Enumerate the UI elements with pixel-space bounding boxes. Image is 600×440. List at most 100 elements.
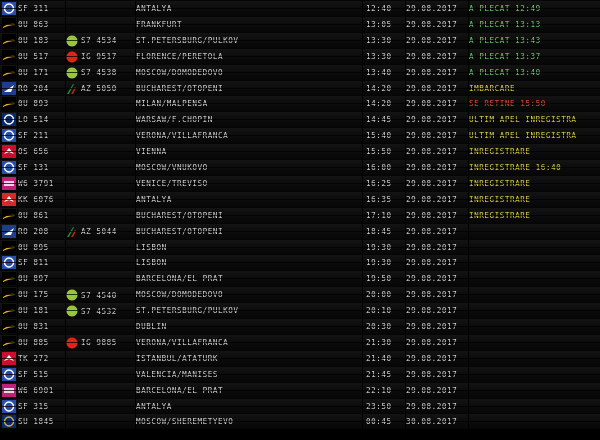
codeshare-flight	[66, 144, 136, 159]
flight-row: 0U 831 DUBLIN 20:30 29.08.2017	[0, 318, 600, 334]
column-divider	[362, 239, 363, 255]
column-divider	[468, 414, 469, 430]
column-divider	[17, 239, 18, 255]
airline-logo	[2, 272, 16, 286]
column-divider	[362, 287, 363, 303]
flight-code: SU 1845	[18, 417, 54, 427]
0u-airline-logo-icon	[2, 208, 16, 222]
departure-date: 29.08.2017	[406, 99, 458, 109]
column-divider	[468, 287, 469, 303]
flight-row: SF 211 VERONA/VILLAFRANCA 15:40 29.08.2017 U…	[0, 127, 600, 144]
departure-date: 29.08.2017	[406, 401, 458, 411]
column-divider	[405, 271, 406, 287]
column-divider	[65, 303, 66, 319]
column-divider	[362, 144, 363, 160]
flight-status	[469, 367, 600, 382]
column-divider	[405, 239, 406, 255]
departure-time: 14:20	[366, 99, 392, 109]
codeshare-flight	[66, 96, 136, 111]
column-divider	[362, 1, 363, 16]
flight-row: SF 315 ANTALYA 23:50 29.08.2017	[0, 397, 600, 414]
column-divider	[362, 112, 363, 128]
column-divider	[17, 319, 18, 334]
column-divider	[468, 112, 469, 128]
codeshare-flight: S7 4534	[66, 33, 136, 48]
column-divider	[65, 287, 66, 303]
destination: ANTALYA	[136, 401, 172, 411]
destination: DUBLIN	[136, 322, 167, 331]
column-divider	[468, 128, 469, 144]
flight-status	[469, 224, 600, 239]
column-divider	[17, 334, 18, 350]
flight-status: A PLECAT 13:43	[469, 35, 541, 45]
airline-logo	[2, 399, 16, 414]
airline-logo	[2, 17, 16, 32]
column-divider	[135, 319, 136, 334]
column-divider	[362, 207, 363, 223]
column-divider	[362, 382, 363, 398]
column-divider	[362, 255, 363, 271]
su-airline-logo-icon	[2, 415, 16, 429]
column-divider	[65, 207, 66, 223]
destination: ST.PETERSBURG/PULKOV	[136, 306, 239, 316]
flight-status	[469, 335, 600, 350]
column-divider	[468, 303, 469, 319]
flight-status	[469, 240, 600, 255]
departure-date: 29.08.2017	[406, 163, 458, 172]
destination: WARSAW/F.CHOPIN	[136, 115, 213, 125]
column-divider	[362, 48, 363, 64]
departure-time: 00:45	[366, 417, 392, 427]
flight-code: SF 315	[18, 401, 49, 411]
column-divider	[405, 382, 406, 398]
column-divider	[17, 175, 18, 191]
column-divider	[17, 207, 18, 223]
destination: ISTANBUL/ATATURK	[136, 353, 218, 363]
departure-time: 19:30	[366, 258, 392, 268]
column-divider	[135, 32, 136, 48]
flight-status	[469, 414, 600, 429]
flight-status	[469, 287, 600, 302]
airline-logo	[2, 304, 16, 318]
destination: MOSCOW/SHEREMETYEVO	[136, 417, 234, 427]
codeshare-flight	[66, 240, 136, 255]
codeshare-flight	[66, 192, 136, 207]
departure-time: 14:20	[366, 83, 392, 93]
departure-time: 13:30	[366, 51, 392, 61]
column-divider	[135, 48, 136, 64]
column-divider	[362, 366, 363, 382]
column-divider	[405, 175, 406, 191]
flight-status: A PLECAT 13:13	[469, 19, 541, 29]
column-divider	[468, 48, 469, 64]
flight-row: KK 6076 ANTALYA 16:35 29.08.2017 INREGISTRAR…	[0, 190, 600, 207]
destination: VALENCIA/MANISES	[136, 369, 218, 379]
codeshare-flight	[66, 255, 136, 270]
column-divider	[17, 191, 18, 207]
codeshare-flight	[66, 367, 136, 382]
column-divider	[17, 1, 18, 16]
column-divider	[135, 16, 136, 32]
column-divider	[17, 382, 18, 398]
kk-airline-logo-icon	[2, 192, 16, 206]
tk-airline-logo-icon	[2, 351, 16, 365]
flight-status	[469, 399, 600, 414]
flight-code: SF 131	[18, 163, 49, 172]
column-divider	[405, 128, 406, 144]
column-divider	[405, 287, 406, 303]
flight-row: SU 1845 MOSCOW/SHEREMETYEVO 00:45 30.08.201…	[0, 413, 600, 430]
codeshare-flight	[66, 383, 136, 398]
departure-time: 21:40	[366, 353, 392, 363]
column-divider	[362, 398, 363, 414]
0u-airline-logo-icon	[2, 272, 16, 286]
flight-code: 0U 183	[18, 35, 49, 45]
flight-code: SF 811	[18, 258, 49, 268]
flight-row: W6 6901 BARCELONA/EL PRAT 22:10 29.08.2017	[0, 381, 600, 398]
column-divider	[17, 414, 18, 430]
destination: ANTALYA	[136, 4, 172, 13]
destination: BARCELONA/EL PRAT	[136, 385, 224, 395]
0u-airline-logo-icon	[2, 97, 16, 111]
column-divider	[405, 223, 406, 239]
0u-airline-logo-icon	[2, 335, 16, 349]
flight-code: 0U 175	[18, 290, 49, 300]
airline-logo	[2, 208, 16, 223]
column-divider	[405, 16, 406, 32]
